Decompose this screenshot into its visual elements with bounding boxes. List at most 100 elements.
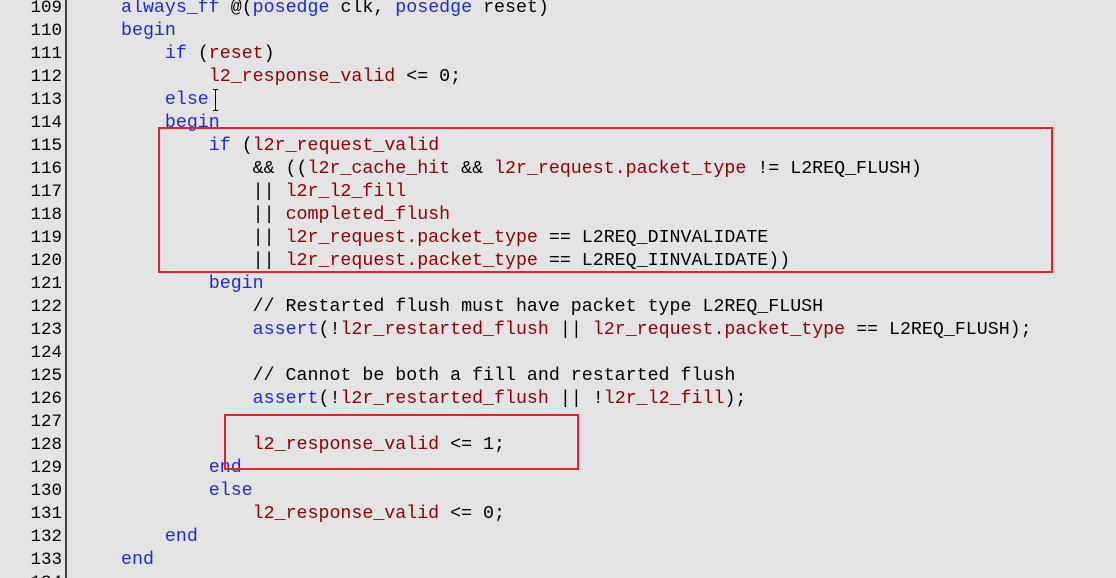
code-line[interactable]: || completed_flush — [121, 204, 450, 227]
line-number: 133 — [30, 550, 62, 570]
code-line[interactable]: l2_response_valid <= 0; — [121, 503, 505, 526]
line-number: 110 — [30, 21, 62, 41]
line-number: 132 — [30, 527, 62, 547]
identifier-token: l2r_cache_hit — [307, 159, 451, 179]
code-line[interactable]: begin — [121, 20, 176, 43]
code-token: ( — [186, 44, 209, 64]
identifier-token: l2r_l2_fill — [603, 389, 725, 409]
code-line[interactable]: // Cannot be both a fill and restarted f… — [121, 365, 736, 388]
comment-token: // Cannot be both a fill and restarted f… — [121, 366, 736, 386]
code-token: clk, — [329, 0, 396, 18]
code-token: && (( — [121, 159, 308, 179]
line-number: 123 — [30, 320, 62, 340]
line-number: 109 — [30, 0, 62, 18]
code-token: || — [121, 251, 286, 271]
line-number: 112 — [30, 67, 62, 87]
code-token: || — [121, 182, 286, 202]
code-line[interactable]: end — [121, 526, 198, 549]
code-token: == L2REQ_IINVALIDATE)) — [537, 251, 791, 271]
keyword-token: end — [164, 527, 198, 547]
code-line[interactable]: else — [121, 480, 253, 503]
keyword-token: assert — [252, 320, 319, 340]
code-line[interactable]: begin — [121, 112, 220, 135]
identifier-token: l2r_request_valid — [252, 136, 440, 156]
identifier-token: l2r_request.packet_type — [285, 228, 538, 248]
keyword-token: else — [208, 481, 253, 501]
keyword-token: if — [164, 44, 187, 64]
code-line[interactable]: begin — [121, 273, 264, 296]
line-number: 118 — [30, 205, 62, 225]
code-line[interactable]: || l2r_request.packet_type == L2REQ_DINV… — [121, 227, 769, 250]
keyword-token: end — [208, 458, 242, 478]
code-line[interactable]: || l2r_l2_fill — [121, 181, 407, 204]
line-number: 113 — [30, 90, 62, 110]
line-number: 116 — [30, 159, 62, 179]
identifier-token: l2r_restarted_flush — [340, 320, 549, 340]
line-number: 128 — [30, 435, 62, 455]
line-number: 126 — [30, 389, 62, 409]
code-line[interactable]: || l2r_request.packet_type == L2REQ_IINV… — [121, 250, 791, 273]
code-token: != L2REQ_FLUSH) — [746, 159, 922, 179]
line-number: 115 — [30, 136, 62, 156]
line-number: 129 — [30, 458, 62, 478]
code-line[interactable]: l2_response_valid <= 0; — [121, 66, 461, 89]
identifier-token: l2r_request.packet_type — [494, 159, 747, 179]
code-line[interactable]: l2_response_valid <= 1; — [121, 434, 505, 457]
line-number: 131 — [30, 504, 62, 524]
keyword-token: begin — [208, 274, 264, 294]
identifier-token: l2r_request.packet_type — [285, 251, 538, 271]
identifier-token: l2r_request.packet_type — [592, 320, 846, 340]
keyword-token: begin — [164, 113, 220, 133]
code-token: <= 0; — [395, 67, 462, 87]
line-number: 127 — [30, 412, 62, 432]
code-token: <= 1; — [439, 435, 505, 455]
code-line[interactable]: else — [121, 89, 209, 112]
code-token: (! — [318, 320, 341, 340]
identifier-token: l2r_restarted_flush — [340, 389, 549, 409]
line-number: 114 — [30, 113, 62, 133]
line-number: 120 — [30, 251, 62, 271]
line-number: 111 — [30, 44, 62, 64]
line-number: 121 — [30, 274, 62, 294]
code-token: ); — [724, 389, 747, 409]
line-number: 117 — [30, 182, 62, 202]
line-number: 119 — [30, 228, 62, 248]
line-number: 130 — [30, 481, 62, 501]
code-line[interactable]: // Restarted flush must have packet type… — [121, 296, 823, 319]
code-token: || — [121, 205, 286, 225]
code-line[interactable]: assert(!l2r_restarted_flush || !l2r_l2_f… — [121, 388, 747, 411]
keyword-token: if — [208, 136, 231, 156]
code-line[interactable]: end — [121, 457, 242, 480]
code-token: (! — [318, 389, 341, 409]
code-token: && — [450, 159, 495, 179]
code-line[interactable]: if (reset) — [121, 43, 275, 66]
code-token: <= 0; — [439, 504, 505, 524]
keyword-token: always_ff — [121, 0, 220, 18]
identifier-token: completed_flush — [285, 205, 451, 225]
code-line[interactable]: && ((l2r_cache_hit && l2r_request.packet… — [121, 158, 922, 181]
line-number: 125 — [30, 366, 62, 386]
line-number: 124 — [30, 343, 62, 363]
code-token: || ! — [548, 389, 604, 409]
code-line[interactable]: assert(!l2r_restarted_flush || l2r_reque… — [121, 319, 1032, 342]
code-token: reset) — [472, 0, 549, 18]
code-line[interactable]: end — [121, 549, 154, 572]
identifier-token: l2_response_valid — [252, 435, 440, 455]
keyword-token: posedge — [395, 0, 473, 18]
code-editor[interactable]: always_ff @(posedge clk, posedge reset) b… — [0, 0, 1116, 578]
code-token: || — [121, 228, 286, 248]
code-line[interactable]: if (l2r_request_valid — [121, 135, 439, 158]
identifier-token: l2_response_valid — [208, 67, 396, 87]
keyword-token: else — [164, 90, 209, 110]
keyword-token: end — [121, 550, 154, 570]
code-line[interactable]: always_ff @(posedge clk, posedge reset) — [121, 0, 549, 20]
